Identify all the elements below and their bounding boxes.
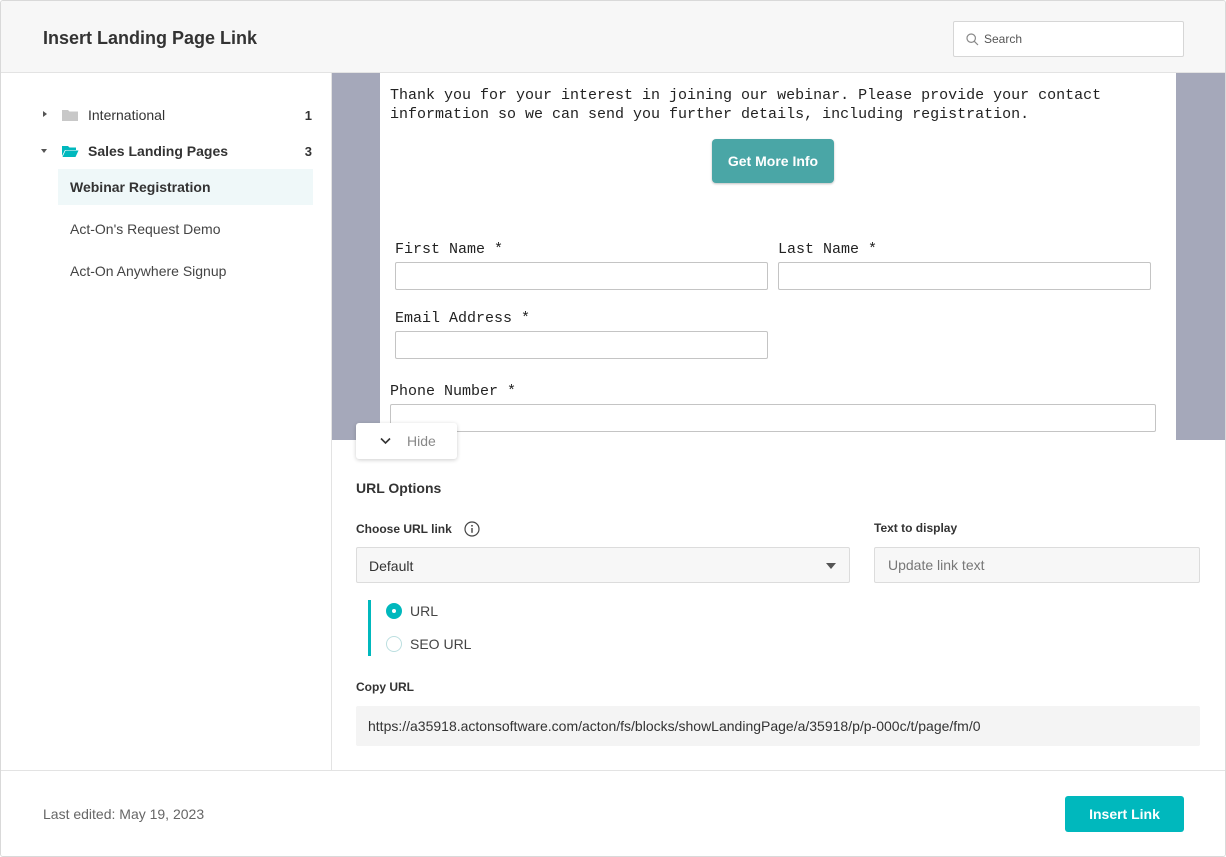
search-input[interactable] <box>984 22 1179 56</box>
last-name-label: Last Name * <box>778 241 878 258</box>
landing-page-preview: Thank you for your interest in joining o… <box>332 73 1225 440</box>
search-box[interactable] <box>953 21 1184 57</box>
info-icon[interactable] <box>464 521 480 537</box>
folder-count: 3 <box>304 143 312 159</box>
phone-label: Phone Number * <box>390 383 517 400</box>
folder-international[interactable]: International 1 <box>39 103 319 127</box>
choose-url-label: Choose URL link <box>356 522 452 536</box>
email-label: Email Address * <box>395 310 531 327</box>
copy-url-label: Copy URL <box>356 680 414 694</box>
radio-url-label: URL <box>410 603 439 619</box>
phone-field[interactable] <box>390 404 1156 432</box>
preview-page: Thank you for your interest in joining o… <box>380 73 1176 440</box>
dialog-title: Insert Landing Page Link <box>43 28 258 48</box>
caret-right-icon[interactable] <box>39 110 49 120</box>
radio-seo-url-label: SEO URL <box>410 636 472 652</box>
search-icon <box>966 33 979 46</box>
page-item-request-demo[interactable]: Act-On's Request Demo <box>58 211 313 247</box>
page-item-anywhere-signup[interactable]: Act-On Anywhere Signup <box>58 253 313 289</box>
hide-preview-toggle[interactable]: Hide <box>356 423 457 459</box>
hide-label: Hide <box>407 433 436 449</box>
insert-landing-page-link-dialog: Insert Landing Page Link International 1 <box>0 0 1226 857</box>
sidebar: International 1 Sales Landing Pages 3 We… <box>1 73 332 770</box>
folder-label: International <box>88 107 166 123</box>
radio-group-accent <box>368 600 371 656</box>
folder-count: 1 <box>304 107 312 123</box>
dialog-footer: Last edited: May 19, 2023 Insert Link <box>1 770 1225 856</box>
url-link-select[interactable]: Default <box>356 547 850 583</box>
link-text-input[interactable] <box>874 547 1200 583</box>
copy-url-field[interactable]: https://a35918.actonsoftware.com/acton/f… <box>356 706 1200 746</box>
get-more-info-button[interactable]: Get More Info <box>712 139 834 183</box>
folder-open-icon <box>62 146 79 157</box>
email-field[interactable] <box>395 331 768 359</box>
text-to-display-label: Text to display <box>874 521 958 535</box>
radio-seo-url[interactable] <box>386 636 402 652</box>
preview-intro-text: Thank you for your interest in joining o… <box>390 87 1102 123</box>
dialog-header: Insert Landing Page Link <box>1 1 1225 73</box>
dropdown-arrow-icon <box>826 563 836 569</box>
last-edited-text: Last edited: May 19, 2023 <box>43 806 205 822</box>
caret-down-icon[interactable] <box>39 146 49 156</box>
page-item-webinar-registration[interactable]: Webinar Registration <box>58 169 313 205</box>
radio-url[interactable] <box>386 603 402 619</box>
folder-label: Sales Landing Pages <box>88 143 229 159</box>
folder-icon <box>62 110 78 121</box>
first-name-field[interactable] <box>395 262 768 290</box>
chevron-down-icon <box>380 437 391 445</box>
last-name-field[interactable] <box>778 262 1151 290</box>
radio-option-url[interactable]: URL <box>386 602 438 620</box>
first-name-label: First Name * <box>395 241 504 258</box>
radio-option-seo-url[interactable]: SEO URL <box>386 635 471 653</box>
insert-link-button[interactable]: Insert Link <box>1065 796 1184 832</box>
folder-sales-landing-pages[interactable]: Sales Landing Pages 3 <box>39 139 319 163</box>
url-options-title: URL Options <box>356 480 442 496</box>
url-link-select-value: Default <box>369 558 414 574</box>
